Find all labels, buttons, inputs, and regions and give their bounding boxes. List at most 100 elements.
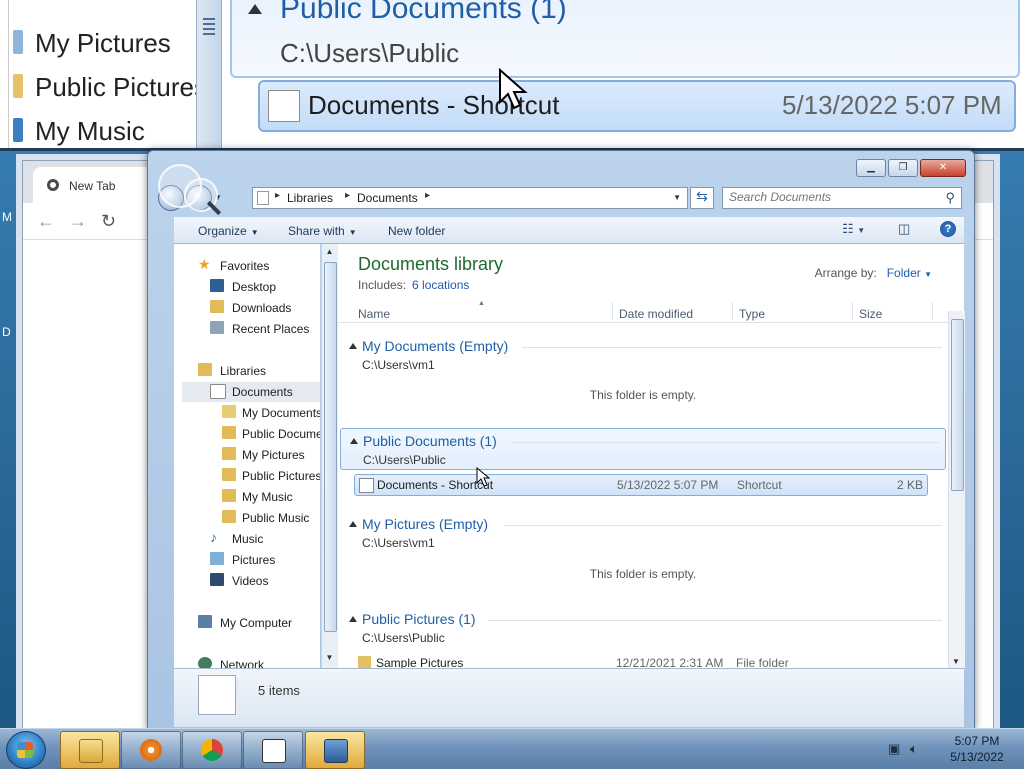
start-button[interactable] bbox=[6, 731, 46, 769]
taskbar-remote-desktop-button[interactable] bbox=[305, 731, 365, 769]
arrange-by-dropdown[interactable]: Folder ▼ bbox=[887, 266, 932, 280]
address-dropdown-icon[interactable]: ▼ bbox=[673, 193, 681, 202]
nav-item-favorites[interactable]: ★ Favorites bbox=[198, 256, 318, 276]
recent-places-icon bbox=[210, 321, 224, 334]
taskbar-media-player-button[interactable] bbox=[121, 731, 181, 769]
mouse-cursor-icon bbox=[499, 68, 528, 110]
nav-item-public-music[interactable]: Public Music bbox=[222, 508, 320, 528]
preview-pane-icon[interactable]: ◫ bbox=[898, 221, 910, 237]
desktop-icon bbox=[210, 279, 224, 292]
network-tray-icon[interactable]: ▣ bbox=[888, 741, 902, 756]
share-with-button[interactable]: Share with ▼ bbox=[288, 224, 357, 238]
minimize-button[interactable]: ▁ bbox=[856, 159, 886, 177]
monitor-icon bbox=[324, 739, 348, 763]
file-list-scrollbar[interactable]: ▼ bbox=[948, 311, 965, 668]
arrange-by-value: Folder bbox=[886, 266, 921, 280]
collapse-triangle-icon bbox=[248, 4, 262, 14]
scroll-down-icon[interactable]: ▼ bbox=[324, 653, 335, 665]
collapse-triangle-icon[interactable] bbox=[349, 521, 357, 527]
nav-item-videos[interactable]: Videos bbox=[210, 571, 318, 591]
column-size[interactable]: Size bbox=[859, 307, 882, 321]
view-options-icon[interactable]: ☷ ▼ bbox=[842, 221, 865, 237]
nav-label: My Music bbox=[242, 490, 293, 504]
taskbar-solitaire-button[interactable] bbox=[243, 731, 303, 769]
nav-item-music[interactable]: ♪ Music bbox=[210, 529, 318, 549]
column-divider[interactable] bbox=[852, 302, 853, 320]
explorer-window: ▁ ❐ ✕ ▼ ▸ Libraries ▸ Documents ▸ ▼ ⇆ ⚲ … bbox=[147, 150, 975, 730]
nav-item-my-computer[interactable]: My Computer bbox=[198, 613, 318, 633]
command-bar: Organize ▼ Share with ▼ New folder ☷ ▼ ◫ ? bbox=[174, 217, 964, 244]
taskbar-chrome-button[interactable] bbox=[182, 731, 242, 769]
magnifier-icon[interactable] bbox=[158, 158, 232, 216]
nav-item-my-music[interactable]: My Music bbox=[222, 487, 320, 507]
nav-item-documents[interactable]: Documents bbox=[182, 382, 320, 402]
arrange-by-label: Arrange by: bbox=[814, 266, 877, 280]
clock[interactable]: 5:07 PM 5/13/2022 bbox=[942, 733, 1012, 765]
nav-item-pictures[interactable]: Pictures bbox=[210, 550, 318, 570]
file-row-sample-pictures[interactable]: Sample Pictures 12/21/2021 2:31 AM File … bbox=[354, 653, 926, 668]
nav-label: My Pictures bbox=[242, 448, 305, 462]
file-list-scroll-thumb[interactable] bbox=[951, 319, 964, 491]
folder-icon bbox=[222, 489, 236, 502]
nav-item-public-documents[interactable]: Public Documents bbox=[222, 424, 320, 444]
breadcrumb-documents[interactable]: Documents bbox=[357, 191, 418, 205]
search-box[interactable]: ⚲ bbox=[722, 187, 962, 209]
chevron-down-icon: ▼ bbox=[924, 270, 932, 279]
group-title: My Documents (Empty) bbox=[362, 338, 509, 354]
group-my-pictures[interactable]: My Pictures (Empty) C:\Users\vm1 bbox=[338, 512, 948, 552]
nav-scroll-thumb[interactable] bbox=[324, 262, 337, 632]
star-icon: ★ bbox=[198, 256, 211, 272]
group-my-documents[interactable]: My Documents (Empty) C:\Users\vm1 bbox=[338, 334, 948, 374]
nav-item-my-pictures[interactable]: My Pictures bbox=[222, 445, 320, 465]
column-divider[interactable] bbox=[732, 302, 733, 320]
nav-item-public-pictures[interactable]: Public Pictures bbox=[222, 466, 320, 486]
locations-link[interactable]: 6 locations bbox=[412, 278, 469, 292]
refresh-button[interactable]: ⇆ bbox=[690, 187, 714, 209]
column-type[interactable]: Type bbox=[739, 307, 765, 321]
mouse-cursor-icon bbox=[476, 467, 490, 487]
address-bar[interactable]: ▸ Libraries ▸ Documents ▸ ▼ bbox=[252, 187, 688, 209]
back-arrow-icon[interactable]: ← bbox=[37, 211, 55, 232]
scroll-down-icon[interactable]: ▼ bbox=[952, 657, 960, 666]
nav-item-desktop[interactable]: Desktop bbox=[210, 277, 318, 297]
search-icon[interactable]: ⚲ bbox=[945, 190, 955, 206]
nav-scrollbar[interactable]: ▲ ▼ bbox=[321, 244, 338, 668]
column-name[interactable]: Name bbox=[358, 307, 390, 321]
scroll-up-icon[interactable]: ▲ bbox=[324, 247, 335, 259]
collapse-triangle-icon[interactable] bbox=[349, 616, 357, 622]
reload-icon[interactable]: ↻ bbox=[101, 211, 116, 232]
file-row-documents-shortcut[interactable]: Documents - Shortcut 5/13/2022 5:07 PM S… bbox=[354, 474, 928, 496]
group-public-documents[interactable]: Public Documents (1) C:\Users\Public bbox=[340, 428, 946, 470]
column-date-modified[interactable]: Date modified bbox=[619, 307, 693, 321]
help-icon[interactable]: ? bbox=[940, 221, 956, 237]
column-divider[interactable] bbox=[612, 302, 613, 320]
breadcrumb-chevron-icon[interactable]: ▸ bbox=[345, 190, 350, 201]
organize-button[interactable]: Organize ▼ bbox=[198, 224, 259, 238]
new-folder-button[interactable]: New folder bbox=[388, 224, 445, 238]
organize-label: Organize bbox=[198, 224, 247, 238]
windows-logo-icon bbox=[17, 742, 33, 758]
collapse-triangle-icon[interactable] bbox=[349, 343, 357, 349]
library-large-icon bbox=[198, 675, 236, 715]
nav-item-downloads[interactable]: Downloads bbox=[210, 298, 318, 318]
nav-item-libraries[interactable]: Libraries bbox=[198, 361, 318, 381]
search-input[interactable] bbox=[723, 188, 939, 206]
breadcrumb-chevron-icon[interactable]: ▸ bbox=[275, 190, 280, 201]
nav-item-network[interactable]: Network bbox=[198, 655, 318, 668]
group-divider bbox=[504, 525, 942, 526]
maximize-button[interactable]: ❐ bbox=[888, 159, 918, 177]
group-public-pictures[interactable]: Public Pictures (1) C:\Users\Public bbox=[338, 607, 948, 647]
folder-icon bbox=[79, 739, 103, 763]
volume-icon[interactable]: 🔈︎ bbox=[910, 741, 924, 756]
nav-label: Downloads bbox=[232, 301, 292, 315]
column-divider[interactable] bbox=[932, 302, 933, 320]
collapse-triangle-icon[interactable] bbox=[350, 438, 358, 444]
nav-item-recent-places[interactable]: Recent Places bbox=[210, 319, 318, 339]
breadcrumb-libraries[interactable]: Libraries bbox=[287, 191, 333, 205]
item-count: 5 items bbox=[258, 683, 300, 698]
forward-arrow-icon[interactable]: → bbox=[69, 211, 87, 232]
nav-item-my-documents[interactable]: My Documents bbox=[222, 403, 320, 423]
breadcrumb-chevron-icon[interactable]: ▸ bbox=[425, 190, 430, 201]
taskbar-explorer-button[interactable] bbox=[60, 731, 120, 769]
close-button[interactable]: ✕ bbox=[920, 159, 966, 177]
